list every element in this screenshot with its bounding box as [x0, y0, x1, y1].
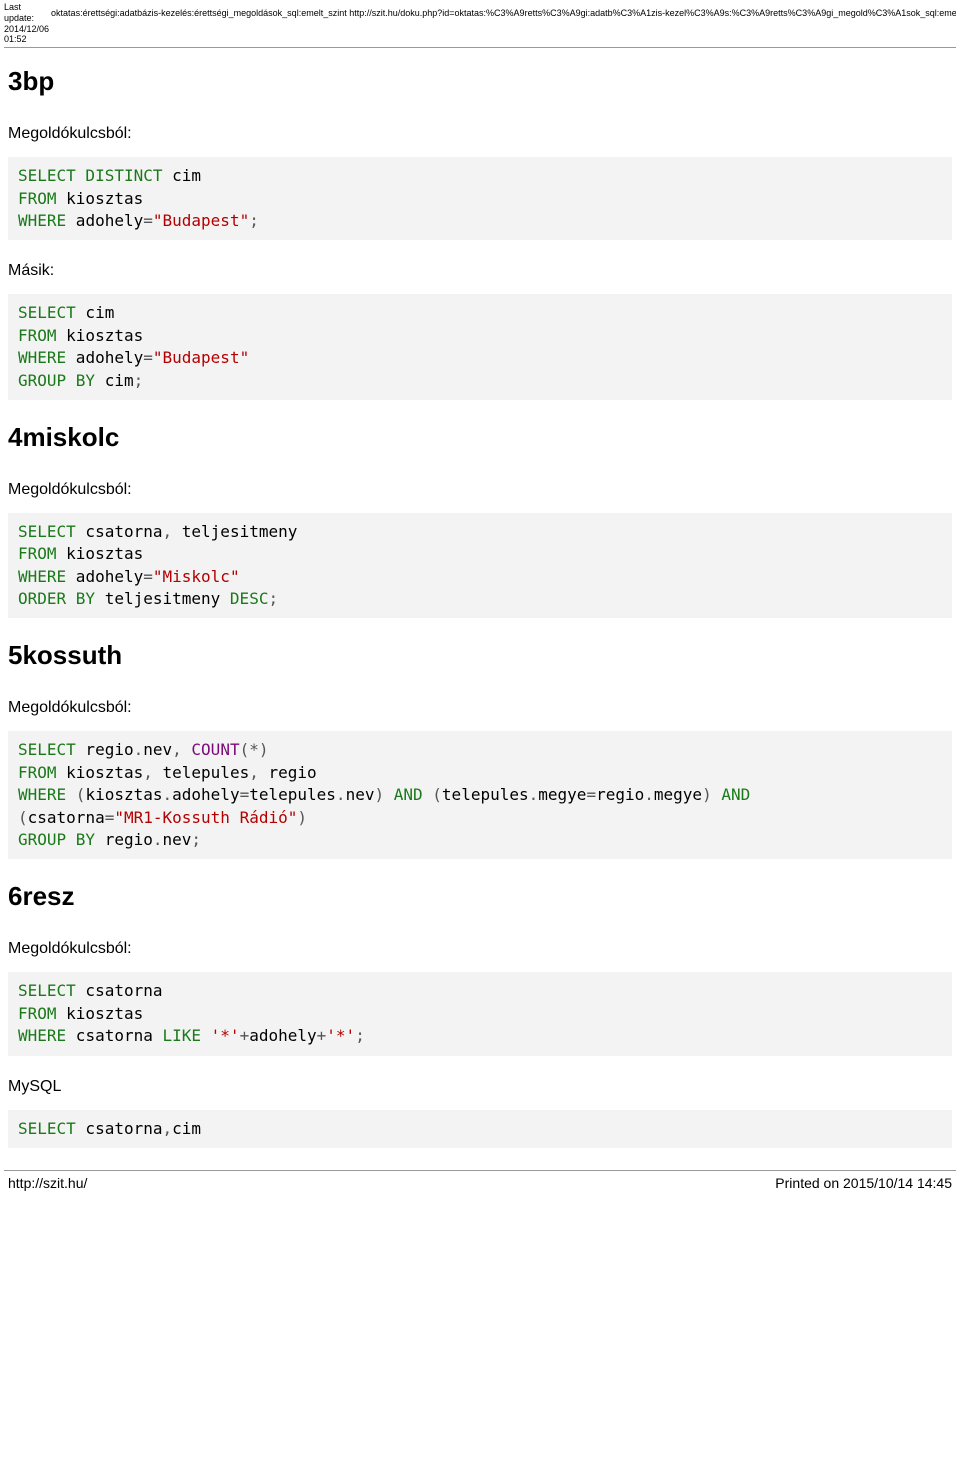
- footer-printed: Printed on 2015/10/14 14:45: [775, 1175, 952, 1191]
- code-block-6resz-1: SELECT csatorna FROM kiosztas WHERE csat…: [8, 972, 952, 1055]
- label-mysql: MySQL: [8, 1078, 952, 1096]
- heading-5kossuth: 5kossuth: [8, 640, 952, 671]
- meta-update: Last update: 2014/12/06 01:52: [4, 2, 49, 45]
- page-footer: http://szit.hu/ Printed on 2015/10/14 14…: [4, 1170, 956, 1199]
- code-block-5kossuth: SELECT regio.nev, COUNT(*) FROM kiosztas…: [8, 731, 952, 859]
- heading-6resz: 6resz: [8, 881, 952, 912]
- label-megoldo-3bp: Megoldókulcsból:: [8, 125, 952, 143]
- footer-url: http://szit.hu/: [8, 1175, 87, 1191]
- code-block-3bp-2: SELECT cim FROM kiosztas WHERE adohely="…: [8, 294, 952, 400]
- page-meta: Last update: 2014/12/06 01:52 oktatas:ér…: [0, 0, 960, 47]
- heading-4miskolc: 4miskolc: [8, 422, 952, 453]
- heading-3bp: 3bp: [8, 66, 952, 97]
- label-megoldo-4miskolc: Megoldókulcsból:: [8, 481, 952, 499]
- label-megoldo-6resz: Megoldókulcsból:: [8, 940, 952, 958]
- label-masik: Másik:: [8, 262, 952, 280]
- label-megoldo-5kossuth: Megoldókulcsból:: [8, 699, 952, 717]
- meta-url: oktatas:érettségi:adatbázis-kezelés:éret…: [49, 2, 956, 19]
- code-block-6resz-2: SELECT csatorna,cim: [8, 1110, 952, 1148]
- code-block-3bp-1: SELECT DISTINCT cim FROM kiosztas WHERE …: [8, 157, 952, 240]
- meta-divider: [4, 47, 956, 48]
- content-area: 3bp Megoldókulcsból: SELECT DISTINCT cim…: [0, 66, 960, 1148]
- code-block-4miskolc: SELECT csatorna, teljesitmeny FROM kiosz…: [8, 513, 952, 619]
